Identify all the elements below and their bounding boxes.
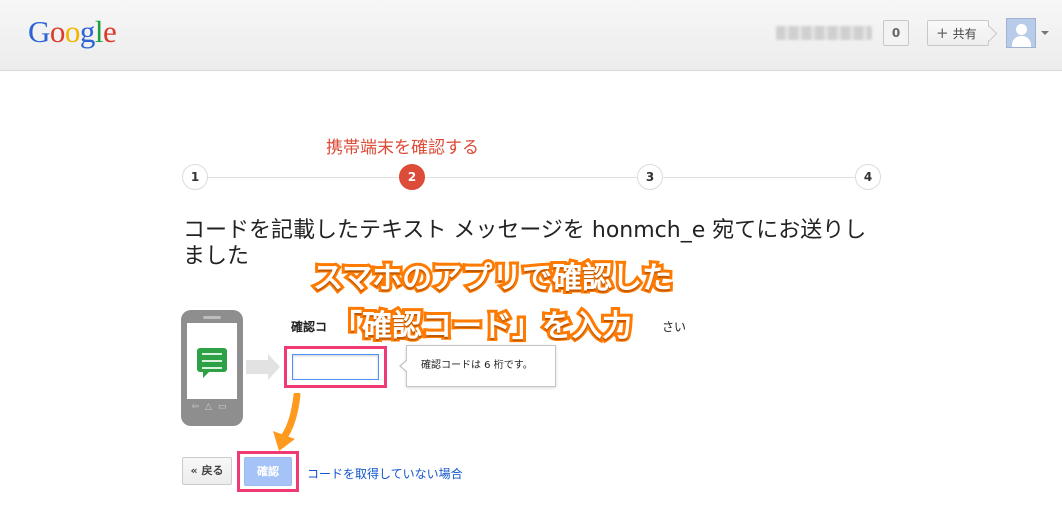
annotation-line-2: 「確認コード」を入力 bbox=[329, 306, 635, 347]
annotation-line-1: スマホのアプリで確認した bbox=[310, 258, 675, 299]
confirm-button-highlight: 確認 bbox=[237, 451, 299, 492]
arrow-right-icon bbox=[246, 354, 280, 380]
step-1: 1 bbox=[182, 164, 208, 190]
verification-code-input[interactable] bbox=[292, 354, 379, 380]
logo-letter-l: l bbox=[94, 14, 104, 49]
code-field-label: 確認コ bbox=[291, 320, 328, 334]
share-label: 共有 bbox=[952, 27, 977, 41]
step-4: 4 bbox=[855, 164, 881, 190]
phone-speaker bbox=[203, 316, 221, 319]
avatar-body bbox=[1012, 36, 1031, 47]
logo-letter-e: e bbox=[103, 14, 117, 49]
logo-letter-o1: o bbox=[49, 14, 66, 49]
code-field-label-tail: さい bbox=[662, 320, 687, 334]
step-2-active: 2 bbox=[399, 164, 425, 190]
annotation-arrow-icon bbox=[273, 393, 301, 451]
no-code-link[interactable]: コードを取得していない場合 bbox=[307, 465, 463, 482]
back-button[interactable]: « 戻る bbox=[182, 457, 232, 485]
code-input-highlight bbox=[284, 346, 387, 388]
stepper-line bbox=[195, 177, 867, 178]
code-hint-tooltip: 確認コードは 6 桁です。 bbox=[399, 345, 556, 387]
logo-letter-g: G bbox=[28, 14, 50, 49]
avatar[interactable] bbox=[1006, 18, 1036, 48]
top-bar: Google 0 + 共有 bbox=[0, 0, 1062, 71]
step-3: 3 bbox=[637, 164, 663, 190]
step-title: 携帯端末を確認する bbox=[326, 138, 479, 158]
phone-screen bbox=[187, 323, 237, 399]
phone-icon: ⇦△▭ bbox=[181, 310, 243, 426]
logo-letter-o2: o bbox=[64, 14, 81, 49]
logo-letter-g2: g bbox=[79, 14, 96, 49]
blurred-username[interactable] bbox=[776, 26, 872, 40]
plus-icon: + bbox=[936, 24, 949, 42]
avatar-head bbox=[1016, 24, 1027, 35]
chevron-down-icon[interactable] bbox=[1041, 31, 1049, 35]
confirm-button[interactable]: 確認 bbox=[244, 457, 292, 486]
google-logo[interactable]: Google bbox=[28, 14, 117, 50]
notification-count-button[interactable]: 0 bbox=[883, 20, 909, 46]
share-button[interactable]: + 共有 bbox=[927, 20, 989, 46]
message-icon bbox=[197, 348, 227, 378]
phone-buttons: ⇦△▭ bbox=[191, 402, 233, 412]
